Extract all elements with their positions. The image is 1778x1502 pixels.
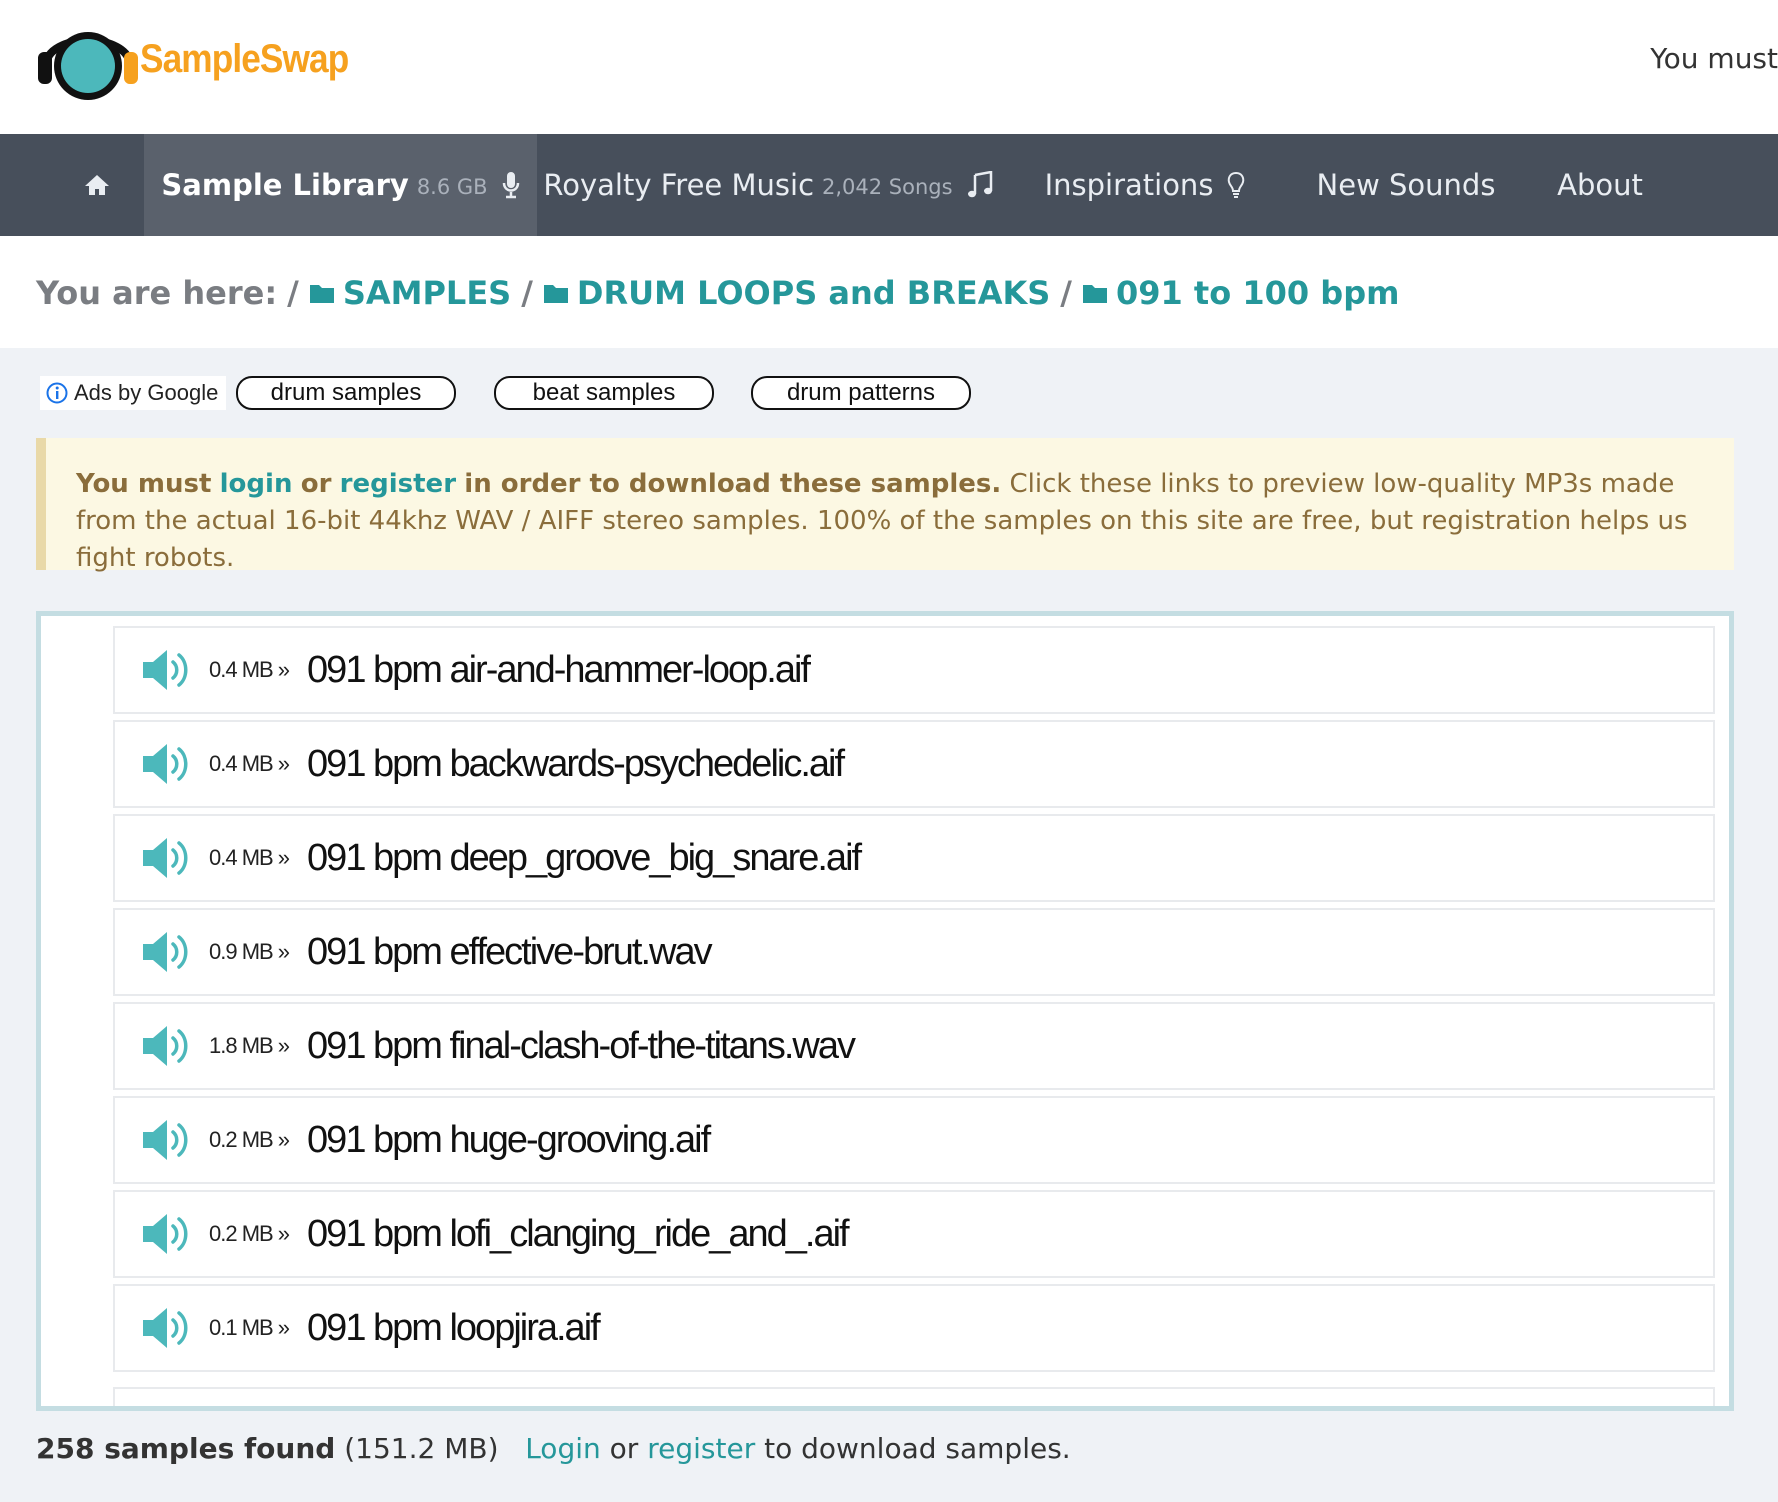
folder-icon (1082, 285, 1107, 303)
ad-pill-drum-samples[interactable]: drum samples (236, 376, 456, 410)
breadcrumb-prefix: You are here: (36, 274, 278, 312)
breadcrumb-separator: / (1060, 274, 1072, 312)
sample-size: 0.9 MB » (209, 939, 290, 964)
site-logo[interactable]: SampleSwap (36, 14, 377, 104)
sample-count: 258 samples found (36, 1432, 336, 1465)
nav-new-sounds-label: New Sounds (1316, 168, 1496, 202)
folder-icon (309, 285, 334, 303)
nav-home[interactable] (36, 134, 144, 236)
sample-filename[interactable]: 091 bpm effective-brut.wav (307, 931, 713, 974)
ad-pill-beat-samples[interactable]: beat samples (494, 376, 714, 410)
sample-size: 0.1 MB » (209, 1315, 290, 1340)
speaker-icon[interactable] (141, 928, 193, 976)
speaker-icon[interactable] (141, 1304, 193, 1352)
speaker-icon[interactable] (141, 834, 193, 882)
ads-label-text: Ads by Google (74, 380, 219, 405)
microphone-icon (502, 172, 519, 199)
sample-row[interactable]: 0.4 MB » 091 bpm deep_groove_big_snare.ai… (113, 814, 1715, 902)
sample-total-size: (151.2 MB) (344, 1432, 499, 1465)
sample-filename[interactable]: 091 bpm backwards-psychedelic.aif (307, 743, 845, 786)
sample-row[interactable]: 0.2 MB » 091 bpm lofi_clanging_ride_and_.… (113, 1190, 1715, 1278)
ad-pill-drum-patterns[interactable]: drum patterns (751, 376, 971, 410)
breadcrumb: You are here: / SAMPLES / DRUM LOOPS and… (36, 274, 1399, 312)
breadcrumb-drum-loops[interactable]: DRUM LOOPS and BREAKS (543, 274, 1050, 312)
sample-size: 0.4 MB » (209, 751, 290, 776)
header-login-notice: You must (1650, 42, 1778, 75)
login-warning-alert: You must login or register in order to d… (36, 438, 1734, 573)
nav-music-label: Royalty Free Music (543, 168, 815, 202)
sample-row[interactable]: 0.4 MB » 091 bpm air-and-hammer-loop.aif (113, 626, 1715, 714)
sample-row[interactable]: 0.4 MB » 091 bpm backwards-psychedelic.ai… (113, 720, 1715, 808)
folder-icon (543, 285, 568, 303)
footer-tail: to download samples. (764, 1432, 1071, 1465)
sample-size: 0.2 MB » (209, 1127, 290, 1152)
breadcrumb-separator: / (521, 274, 533, 312)
sample-filename[interactable]: 091 bpm deep_groove_big_snare.aif (307, 837, 862, 880)
footer-register-link[interactable]: register (647, 1432, 755, 1465)
sample-row[interactable]: 0.1 MB » 091 bpm loopjira.aif (113, 1284, 1715, 1372)
nav-sample-library[interactable]: Sample Library 8.6 GB (144, 134, 537, 236)
headphones-logo-icon (38, 32, 138, 100)
sample-size: 0.4 MB » (209, 657, 290, 682)
nav-new-sounds[interactable]: New Sounds (1310, 134, 1502, 236)
sample-filename[interactable]: 091 bpm air-and-hammer-loop.aif (307, 649, 811, 692)
nav-about[interactable]: About (1530, 134, 1670, 236)
speaker-icon[interactable] (141, 646, 193, 694)
speaker-icon[interactable] (141, 1210, 193, 1258)
breadcrumb-bar: You are here: / SAMPLES / DRUM LOOPS and… (0, 236, 1778, 348)
nav-inspirations[interactable]: Inspirations (1030, 134, 1260, 236)
home-icon (85, 175, 109, 195)
breadcrumb-bpm-range[interactable]: 091 to 100 bpm (1082, 274, 1399, 312)
breadcrumb-drum-loops-label: DRUM LOOPS and BREAKS (576, 274, 1051, 312)
lightbulb-icon (1228, 171, 1245, 198)
alert-or: or (300, 469, 332, 499)
music-note-icon (967, 171, 992, 198)
nav-about-label: About (1557, 168, 1643, 202)
sample-filename[interactable]: 091 bpm loopjira.aif (307, 1307, 601, 1350)
list-item-partial (113, 1387, 1715, 1406)
logo-text: SampleSwap (140, 36, 349, 81)
sample-size: 0.2 MB » (209, 1221, 290, 1246)
ads-by-google[interactable]: Ads by Google (40, 376, 227, 410)
speaker-icon[interactable] (141, 740, 193, 788)
breadcrumb-bpm-range-label: 091 to 100 bpm (1115, 274, 1400, 312)
results-summary: 258 samples found (151.2 MB) Login or re… (36, 1432, 1071, 1465)
google-ads-bar: Ads by Google drum samples beat samples … (40, 376, 980, 410)
sample-list[interactable]: 0.4 MB » 091 bpm air-and-hammer-loop.aif 0… (36, 611, 1734, 1411)
nav-royalty-free-music[interactable]: Royalty Free Music 2,042 Songs (537, 134, 999, 236)
nav-sample-library-size: 8.6 GB (416, 175, 488, 199)
nav-inspirations-label: Inspirations (1044, 168, 1214, 202)
nav-sample-library-label: Sample Library (161, 168, 409, 202)
footer-or: or (609, 1432, 639, 1465)
alert-register-link[interactable]: register (340, 469, 456, 499)
alert-login-link[interactable]: login (220, 469, 293, 499)
sample-filename[interactable]: 091 bpm final-clash-of-the-titans.wav (307, 1025, 856, 1068)
sample-row[interactable]: 0.2 MB » 091 bpm huge-grooving.aif (113, 1096, 1715, 1184)
sample-row[interactable]: 0.9 MB » 091 bpm effective-brut.wav (113, 908, 1715, 996)
sample-filename[interactable]: 091 bpm huge-grooving.aif (307, 1119, 711, 1162)
sample-filename[interactable]: 091 bpm lofi_clanging_ride_and_.aif (307, 1213, 850, 1256)
sample-size: 1.8 MB » (209, 1033, 290, 1058)
breadcrumb-separator: / (287, 274, 299, 312)
footer-login-link[interactable]: Login (525, 1432, 601, 1465)
speaker-icon[interactable] (141, 1022, 193, 1070)
sample-size: 0.4 MB » (209, 845, 290, 870)
site-header: SampleSwap You must (0, 0, 1778, 134)
breadcrumb-samples-label: SAMPLES (342, 274, 512, 312)
alert-bold-1: You must (76, 469, 212, 499)
breadcrumb-samples[interactable]: SAMPLES (309, 274, 511, 312)
speaker-icon[interactable] (141, 1116, 193, 1164)
sample-row[interactable]: 1.8 MB » 091 bpm final-clash-of-the-titan… (113, 1002, 1715, 1090)
nav-music-count: 2,042 Songs (822, 175, 953, 199)
info-icon (46, 382, 68, 404)
alert-bold-2: in order to download these samples. (464, 469, 1002, 499)
main-nav: Sample Library 8.6 GB Royalty Free Music… (0, 134, 1778, 236)
